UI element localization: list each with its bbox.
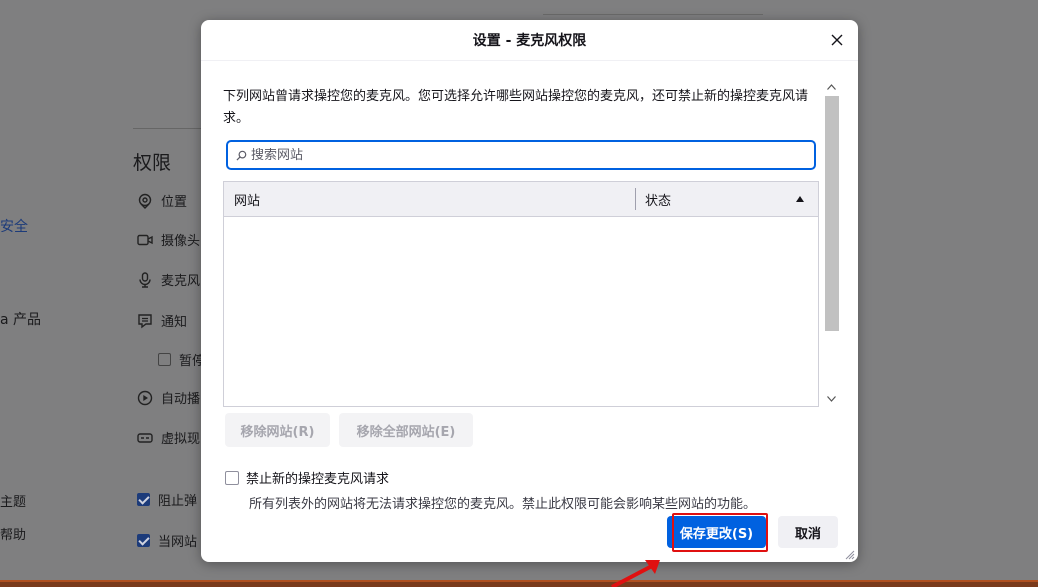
block-new-requests-row[interactable]: 禁止新的操控麦克风请求 — [225, 468, 389, 487]
column-header-status[interactable]: 状态 — [645, 182, 671, 216]
permission-microphone[interactable]: 麦克风 — [137, 270, 200, 289]
warn-addons-checkbox[interactable] — [137, 534, 150, 547]
pause-notifications-row[interactable]: 暂停 — [158, 350, 205, 369]
column-separator[interactable] — [635, 188, 636, 210]
notification-icon — [138, 313, 152, 328]
nav-item-theme[interactable]: 主题 — [0, 491, 26, 510]
permission-microphone-label: 麦克风 — [161, 274, 201, 289]
site-permissions-table: 网站 状态 — [223, 181, 819, 407]
permissions-heading: 权限 — [133, 152, 172, 174]
permission-notifications-label: 通知 — [161, 315, 188, 330]
nav-item-products[interactable]: a 产品 — [0, 309, 41, 329]
title-separator — [201, 60, 858, 61]
column-header-site[interactable]: 网站 — [234, 182, 260, 216]
location-pin-icon — [138, 193, 152, 209]
block-new-requests-note: 所有列表外的网站将无法请求操控您的麦克风。禁止此权限可能会影响某些网站的功能。 — [249, 497, 757, 512]
permission-location-label: 位置 — [161, 195, 188, 210]
search-input[interactable] — [251, 147, 791, 163]
permission-camera-label: 摄像头 — [161, 234, 201, 249]
taskbar-strip — [0, 580, 1038, 587]
warn-addons-label: 当网站 — [158, 535, 198, 550]
dialog-description: 下列网站曾请求操控您的麦克风。您可选择允许哪些网站操控您的麦克风，还可禁止新的操… — [223, 89, 809, 126]
microphone-icon — [139, 271, 151, 288]
search-box[interactable] — [226, 140, 816, 170]
annotation-arrow-icon — [611, 560, 660, 587]
remove-site-button[interactable]: 移除网站(R) — [225, 413, 330, 447]
vr-headset-icon — [137, 432, 153, 443]
close-button[interactable] — [825, 29, 849, 51]
search-icon — [236, 150, 247, 161]
dialog-title: 设置 - 麦克风权限 — [472, 33, 587, 49]
vertical-scrollbar[interactable] — [823, 80, 839, 408]
resize-grip-icon[interactable] — [843, 548, 855, 560]
permission-vr-label: 虚拟现 — [161, 432, 201, 447]
cancel-button[interactable]: 取消 — [778, 516, 838, 548]
autoplay-icon — [137, 390, 153, 405]
nav-item-help[interactable]: 帮助 — [0, 524, 26, 543]
scrollbar-thumb[interactable] — [825, 96, 839, 331]
block-popups-row[interactable]: 阻止弹 — [137, 490, 197, 509]
block-popups-checkbox[interactable] — [137, 493, 150, 506]
permission-notifications[interactable]: 通知 — [137, 311, 187, 330]
close-icon — [831, 34, 843, 46]
save-changes-button[interactable]: 保存更改(S) — [667, 516, 766, 548]
permission-virtual-reality[interactable]: 虚拟现 — [137, 428, 200, 447]
nav-item-security[interactable]: 安全 — [0, 216, 28, 236]
pause-notifications-checkbox[interactable] — [158, 353, 171, 366]
permission-autoplay[interactable]: 自动播 — [137, 388, 200, 407]
remove-all-sites-button[interactable]: 移除全部网站(E) — [339, 413, 473, 447]
block-new-requests-checkbox[interactable] — [225, 470, 239, 485]
scroll-up-arrow-icon[interactable] — [826, 82, 836, 92]
microphone-permissions-dialog: 设置 - 麦克风权限 下列网站曾请求操控您的麦克风。您可选择允许哪些网站操控您的… — [201, 20, 858, 562]
scroll-down-arrow-icon[interactable] — [826, 394, 836, 404]
sort-ascending-icon[interactable] — [796, 182, 804, 216]
block-popups-label: 阻止弹 — [158, 494, 198, 509]
warn-addons-row[interactable]: 当网站 — [137, 531, 197, 550]
permission-camera[interactable]: 摄像头 — [137, 230, 200, 249]
camera-icon — [137, 234, 153, 245]
permission-autoplay-label: 自动播 — [161, 392, 201, 407]
table-header: 网站 状态 — [224, 182, 818, 217]
block-new-requests-label: 禁止新的操控麦克风请求 — [246, 472, 390, 487]
section-divider — [133, 128, 203, 129]
permission-location[interactable]: 位置 — [137, 191, 187, 210]
